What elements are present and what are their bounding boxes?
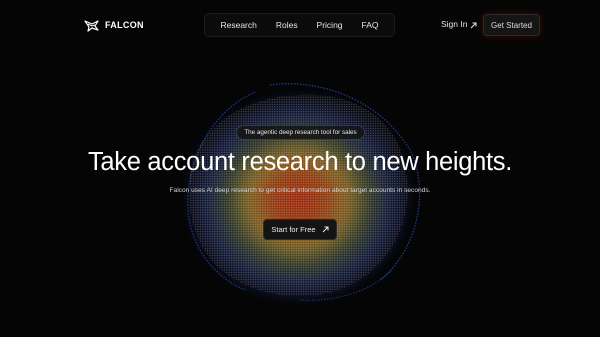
hero-headline: Take account research to new heights. <box>87 148 513 176</box>
nav-item-faq[interactable]: FAQ <box>362 20 379 30</box>
site-header: FALCON Research Roles Pricing FAQ Sign I… <box>0 0 600 52</box>
start-for-free-label: Start for Free <box>271 225 316 234</box>
main-nav: Research Roles Pricing FAQ <box>204 13 395 37</box>
sign-in-label: Sign In <box>441 19 468 29</box>
hero-badge: The agentic deep research tool for sales <box>236 125 365 140</box>
brand-name: FALCON <box>105 20 144 30</box>
sign-in-link[interactable]: Sign In <box>441 19 477 29</box>
arrow-up-right-icon <box>322 226 329 233</box>
nav-item-roles[interactable]: Roles <box>276 20 298 30</box>
brand-logo[interactable]: FALCON <box>84 16 144 34</box>
arrow-up-right-icon <box>470 21 477 28</box>
falcon-logo-icon <box>84 18 99 33</box>
nav-item-research[interactable]: Research <box>220 20 256 30</box>
start-for-free-button[interactable]: Start for Free <box>263 219 337 240</box>
get-started-button[interactable]: Get Started <box>483 14 540 36</box>
nav-item-pricing[interactable]: Pricing <box>317 20 343 30</box>
hero-subheadline: Falcon uses AI deep research to get crit… <box>169 187 431 194</box>
landing-page: FALCON Research Roles Pricing FAQ Sign I… <box>0 0 600 337</box>
